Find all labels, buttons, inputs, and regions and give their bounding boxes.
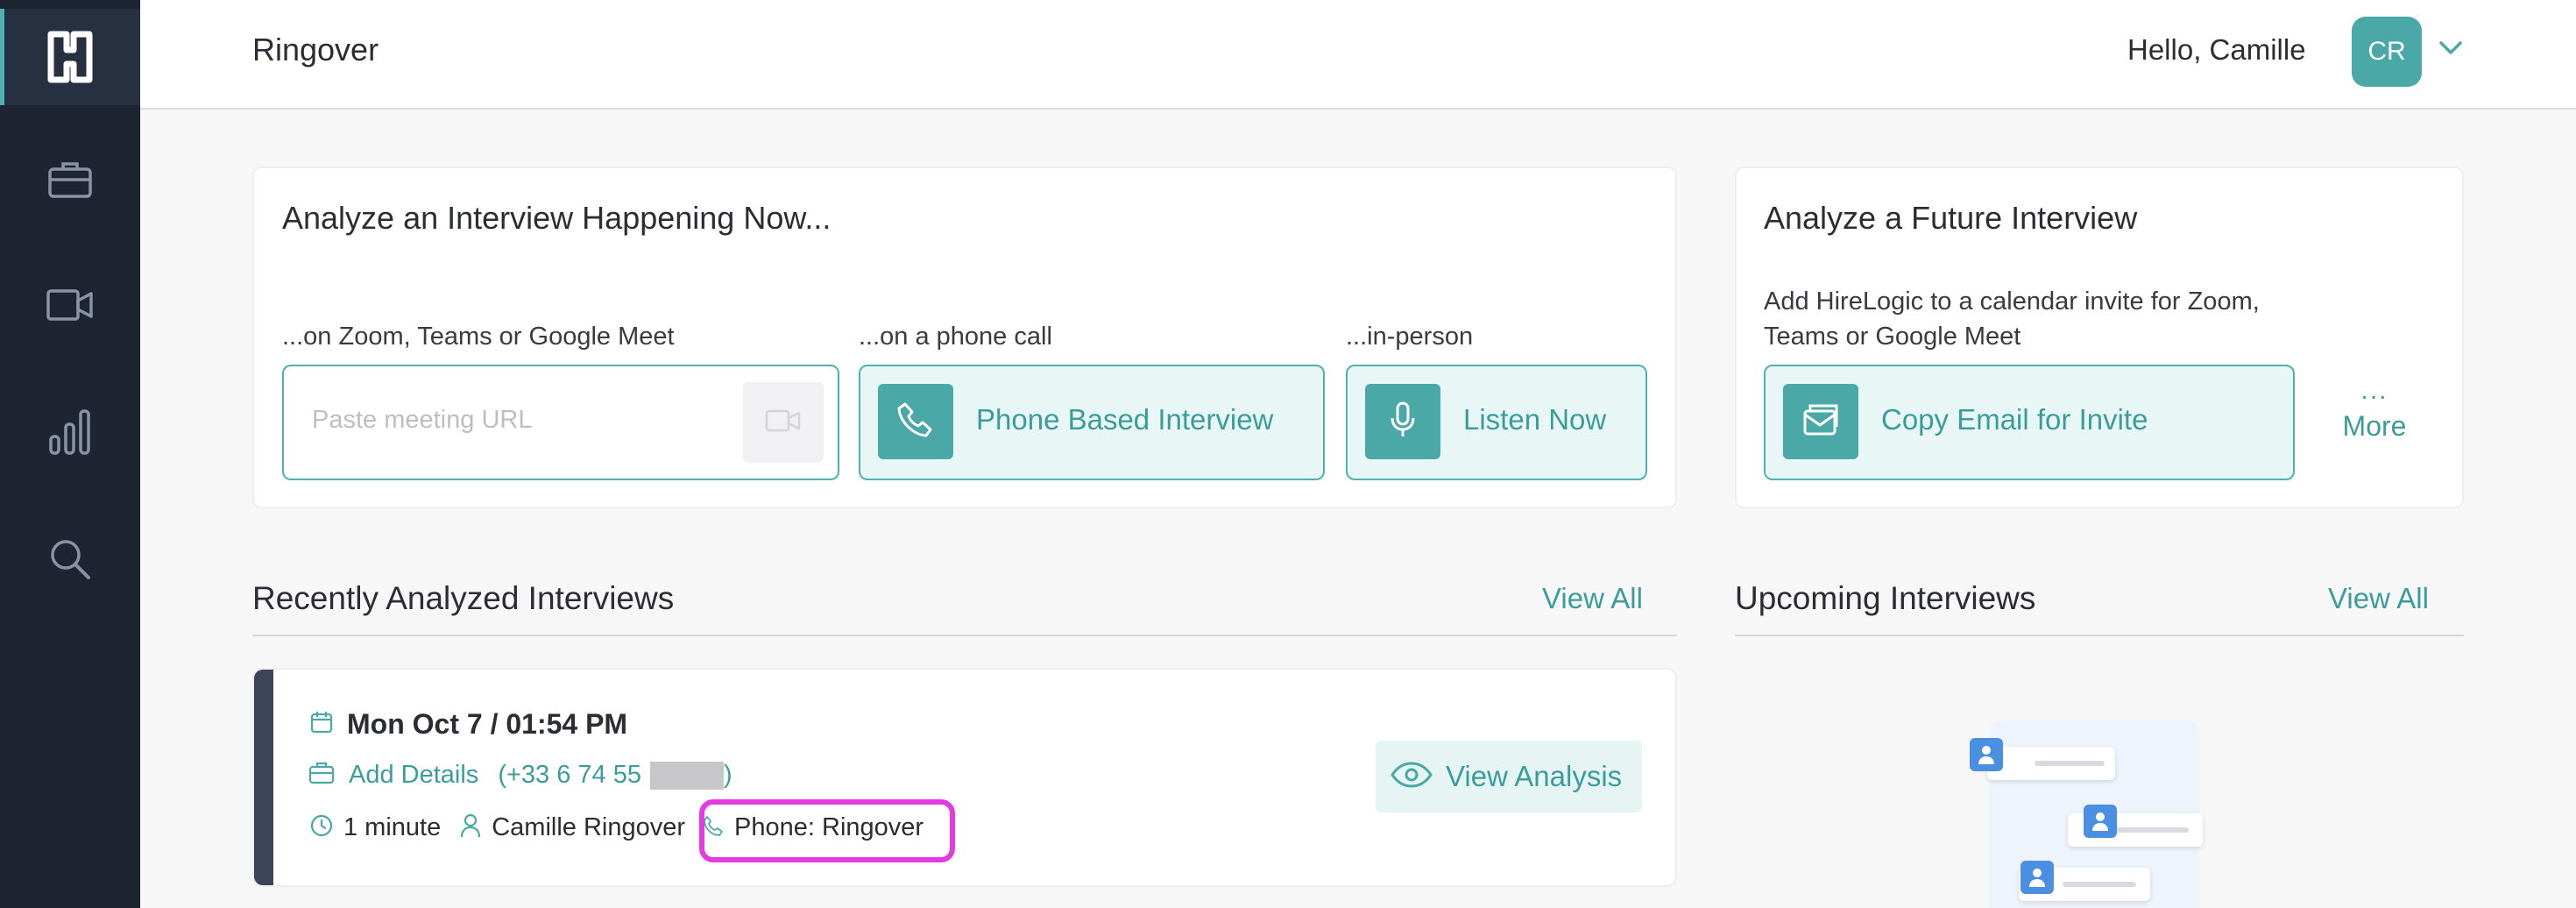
interview-accent-bar [254,670,273,885]
sidebar-item-analytics[interactable] [0,384,140,480]
phone-based-interview-label: Phone Based Interview [976,403,1274,436]
analyze-now-title: Analyze an Interview Happening Now... [282,200,832,236]
interview-details-row: Add Details (+33 6 74 55 ) [308,761,732,790]
active-indicator [0,9,4,105]
phone-based-interview-button[interactable]: Phone Based Interview [859,365,1325,480]
in-person-label: ...in-person [1346,323,1474,351]
empty-state-illustration [1970,720,2203,908]
phone-icon [896,401,935,443]
video-camera-icon [765,408,802,438]
envelope-icon [1801,402,1840,442]
email-icon-tile [1783,384,1858,459]
meeting-url-field [282,365,839,480]
organization-name: Ringover [252,32,379,67]
listen-now-button[interactable]: Listen Now [1346,365,1647,480]
meeting-url-input[interactable] [312,398,732,442]
interview-duration: 1 minute [343,813,442,841]
briefcase-icon [47,160,93,199]
illustration-card [1987,747,2115,780]
sidebar-item-search[interactable] [0,511,140,607]
interview-date: Mon Oct 7 / 01:54 PM [347,708,628,740]
sidebar-item-interviews[interactable] [0,257,140,353]
zoom-label: ...on Zoom, Teams or Google Meet [282,323,675,351]
sidebar-item-home[interactable] [0,9,140,105]
source-highlight-outline [699,799,955,862]
illustration-bar [2063,882,2136,887]
interviewer-name: Camille Ringover [492,813,686,841]
user-greeting: Hello, Camille [2127,33,2306,66]
join-meeting-button[interactable] [743,382,824,463]
microphone-icon-tile [1365,384,1440,459]
candidate-phone-number: (+33 6 74 55 [498,761,641,789]
copy-email-label: Copy Email for Invite [1881,403,2148,436]
interview-date-row: Mon Oct 7 / 01:54 PM [310,708,627,741]
add-details-link[interactable]: Add Details [349,761,478,790]
bar-chart-icon [48,408,92,456]
sidebar [0,0,140,908]
view-analysis-button[interactable]: View Analysis [1376,741,1642,812]
calendar-icon [310,711,333,738]
microphone-icon [1389,401,1417,443]
phone-close-paren: ) [723,761,732,789]
eye-icon [1390,761,1433,793]
more-dots-icon: ... [2360,376,2388,405]
illustration-bar [2113,827,2189,833]
user-avatar[interactable]: CR [2352,17,2422,87]
top-header: Ringover Hello, Camille CR [140,0,2576,110]
sidebar-item-jobs[interactable] [0,131,140,228]
chevron-down-icon[interactable] [2438,40,2463,60]
phone-icon-tile [878,384,953,459]
view-analysis-label: View Analysis [1446,760,1623,792]
user-icon [460,813,481,842]
video-camera-icon [46,287,95,323]
recent-divider [252,635,1677,636]
analyze-future-title: Analyze a Future Interview [1764,200,2138,236]
future-description-line2: Teams or Google Meet [1764,323,2021,351]
hirelogic-logo-icon [47,31,93,83]
search-icon [48,537,92,581]
future-description-line1: Add HireLogic to a calendar invite for Z… [1764,287,2260,316]
illustration-bar [2035,761,2105,766]
more-label: More [2342,410,2407,442]
upcoming-divider [1735,635,2464,636]
user-icon [2084,805,2117,838]
recent-view-all-link[interactable]: View All [1542,582,1643,615]
clock-icon [310,814,333,841]
user-icon [1970,738,2003,771]
phone-call-label: ...on a phone call [859,323,1052,351]
more-options-button[interactable]: ... More [2331,376,2418,443]
listen-now-label: Listen Now [1463,403,1607,436]
upcoming-interviews-title: Upcoming Interviews [1735,580,2036,616]
redacted-block [649,761,724,790]
upcoming-view-all-link[interactable]: View All [2328,582,2429,615]
copy-email-button[interactable]: Copy Email for Invite [1764,365,2295,480]
user-icon [2020,861,2054,894]
recent-interviews-title: Recently Analyzed Interviews [252,580,675,616]
briefcase-icon [308,762,335,789]
